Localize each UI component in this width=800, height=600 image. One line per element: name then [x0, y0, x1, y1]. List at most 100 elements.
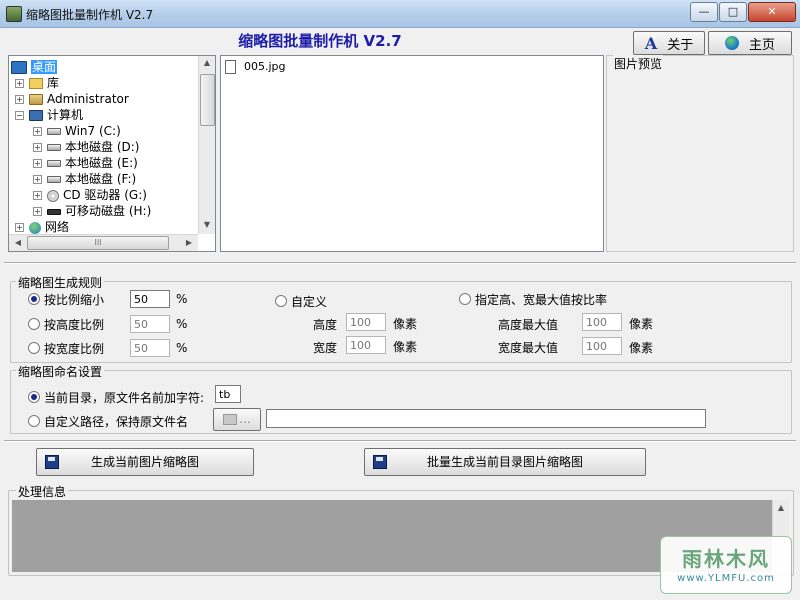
tree-item-label: 本地磁盘 (E:)	[65, 156, 138, 170]
tree-item-drive-c[interactable]: + Win7 (C:)	[33, 123, 121, 139]
expand-icon[interactable]: +	[15, 79, 24, 88]
by-width-radio[interactable]	[28, 342, 40, 354]
by-width-input[interactable]: 50	[130, 339, 170, 357]
folder-icon	[223, 414, 238, 425]
divider	[4, 262, 796, 264]
custom-size-radio[interactable]	[275, 295, 287, 307]
collapse-icon[interactable]: −	[15, 111, 24, 120]
max-height-input[interactable]: 100	[582, 313, 622, 331]
browse-button[interactable]: ...	[213, 408, 261, 431]
file-list[interactable]: 005.jpg	[220, 55, 604, 252]
home-button[interactable]: 主页	[708, 31, 792, 55]
by-width-label: 按宽度比例	[44, 342, 105, 356]
pixel-unit-label: 像素	[629, 341, 654, 355]
current-dir-label: 当前目录，原文件名前加字符:	[44, 391, 205, 405]
tree-item-drive-e[interactable]: + 本地磁盘 (E:)	[33, 155, 138, 171]
tree-item-drive-g[interactable]: + CD 驱动器 (G:)	[33, 187, 147, 203]
tree-item-drive-h[interactable]: + 可移动磁盘 (H:)	[33, 203, 151, 219]
tree-horizontal-scrollbar[interactable]: ◀ III ▶	[9, 234, 198, 251]
generate-current-label: 生成当前图片缩略图	[90, 455, 199, 469]
file-item[interactable]: 005.jpg	[225, 59, 286, 75]
log-output[interactable]	[12, 500, 772, 572]
batch-generate-button[interactable]: 批量生成当前目录图片缩略图	[364, 448, 646, 476]
expand-icon[interactable]: +	[33, 207, 42, 216]
drive-icon	[47, 128, 61, 135]
max-dimension-label: 指定高、宽最大值按比率	[475, 293, 608, 307]
scroll-up-icon[interactable]: ▲	[199, 58, 215, 67]
generate-current-button[interactable]: 生成当前图片缩略图	[36, 448, 254, 476]
preview-label: 图片预览	[613, 55, 664, 72]
custom-path-radio[interactable]	[28, 415, 40, 427]
tree-item-administrator[interactable]: + Administrator	[15, 91, 129, 107]
title-bar[interactable]: 缩略图批量制作机 V2.7 — □ ✕	[0, 0, 800, 28]
image-preview	[606, 55, 794, 252]
window-title: 缩略图批量制作机 V2.7	[26, 8, 154, 22]
tree-item-label: 可移动磁盘 (H:)	[65, 204, 152, 218]
expand-icon[interactable]: +	[33, 143, 42, 152]
watermark-logo: 雨林木风 www.YLMFU.com	[660, 536, 792, 594]
expand-icon[interactable]: +	[33, 159, 42, 168]
percent-label: %	[176, 317, 188, 331]
scroll-right-icon[interactable]: ▶	[181, 238, 197, 247]
height-input[interactable]: 100	[346, 313, 386, 331]
drive-icon	[47, 176, 61, 183]
batch-generate-label: 批量生成当前目录图片缩略图	[426, 455, 583, 469]
app-heading: 缩略图批量制作机 V2.7	[238, 32, 402, 50]
browse-button-label: ...	[239, 412, 251, 426]
save-icon	[45, 455, 59, 469]
tree-item-drive-f[interactable]: + 本地磁盘 (F:)	[33, 171, 136, 187]
globe-icon	[724, 36, 739, 50]
scroll-up-icon[interactable]: ▲	[773, 503, 789, 512]
expand-icon[interactable]: +	[33, 127, 42, 136]
watermark-text: 雨林木风	[682, 547, 770, 571]
user-icon	[29, 94, 43, 105]
by-ratio-input[interactable]: 50	[130, 290, 170, 308]
percent-label: %	[176, 292, 188, 306]
network-icon	[29, 221, 41, 234]
folder-tree[interactable]: 桌面 + 库 + Administrator − 计算机 + Win7 (C:)…	[8, 55, 216, 252]
percent-label: %	[176, 341, 188, 355]
max-dimension-radio[interactable]	[459, 293, 471, 305]
scroll-down-icon[interactable]: ▼	[199, 220, 215, 229]
drive-icon	[47, 160, 61, 167]
max-width-input[interactable]: 100	[582, 337, 622, 355]
custom-path-input[interactable]	[266, 409, 706, 428]
custom-path-label: 自定义路径，保持原文件名	[44, 415, 189, 429]
close-button[interactable]: ✕	[748, 2, 796, 22]
width-input[interactable]: 100	[346, 336, 386, 354]
tree-item-library[interactable]: + 库	[15, 75, 59, 91]
maximize-button[interactable]: □	[719, 2, 747, 22]
current-dir-radio[interactable]	[28, 391, 40, 403]
about-button[interactable]: A 关于	[633, 31, 705, 55]
watermark-url: www.YLMFU.com	[677, 573, 775, 584]
tree-item-network[interactable]: + 网络	[15, 219, 69, 235]
scroll-thumb[interactable]	[200, 74, 215, 126]
expand-icon[interactable]: +	[15, 95, 24, 104]
tree-item-label: 计算机	[47, 108, 84, 122]
max-width-label: 宽度最大值	[498, 341, 559, 355]
scroll-thumb[interactable]: III	[27, 236, 169, 250]
by-height-input[interactable]: 50	[130, 315, 170, 333]
font-a-icon: A	[644, 33, 658, 53]
scroll-left-icon[interactable]: ◀	[10, 238, 26, 247]
by-ratio-label: 按比例缩小	[44, 293, 105, 307]
save-icon	[373, 455, 387, 469]
tree-vertical-scrollbar[interactable]: ▲ ▼	[198, 56, 215, 234]
expand-icon[interactable]: +	[15, 223, 24, 232]
by-height-label: 按高度比例	[44, 318, 105, 332]
app-icon[interactable]	[6, 6, 22, 22]
custom-size-label: 自定义	[291, 295, 328, 309]
expand-icon[interactable]: +	[33, 191, 42, 200]
prefix-input[interactable]: tb	[215, 385, 241, 403]
tree-item-drive-d[interactable]: + 本地磁盘 (D:)	[33, 139, 139, 155]
height-label: 高度	[313, 318, 338, 332]
by-ratio-radio[interactable]	[28, 293, 40, 305]
minimize-button[interactable]: —	[690, 2, 718, 22]
tree-item-computer[interactable]: − 计算机	[15, 107, 83, 123]
tree-item-desktop[interactable]: 桌面	[11, 59, 58, 75]
pixel-unit-label: 像素	[393, 317, 418, 331]
expand-icon[interactable]: +	[33, 175, 42, 184]
file-item-label: 005.jpg	[244, 60, 286, 73]
by-height-radio[interactable]	[28, 318, 40, 330]
naming-group-label: 缩略图命名设置	[16, 363, 105, 380]
